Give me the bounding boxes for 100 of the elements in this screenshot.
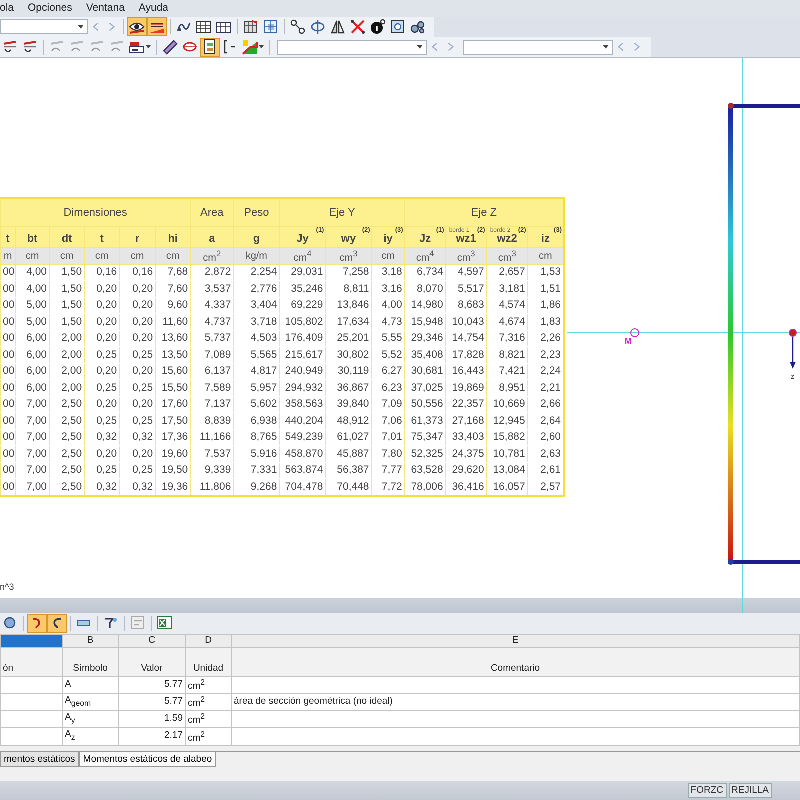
table-cell: 2,657: [486, 264, 528, 281]
table-cell: 00: [0, 264, 16, 281]
toolbar-button[interactable]: [288, 17, 308, 36]
symbol-label: iy: [382, 234, 394, 245]
toolbar-button[interactable]: [368, 17, 388, 36]
unit-cell: cm$^{3}$: [326, 248, 372, 264]
toolbar-button[interactable]: [27, 614, 47, 633]
table-cell: 3,718: [234, 314, 280, 330]
column-group-header: Peso: [234, 198, 280, 227]
dropdown-field[interactable]: [277, 40, 427, 55]
table-cell: 3,18: [372, 264, 405, 281]
toolbar-button[interactable]: [348, 17, 368, 36]
table-cell: 1,83: [528, 314, 564, 330]
table-cell: 6,00: [16, 346, 50, 364]
circle-icon: [2, 615, 18, 632]
table-cell: 15,882: [486, 429, 528, 446]
table-cell: 6,938: [234, 412, 280, 430]
table-cell: 13,50: [156, 346, 191, 364]
grid-cell: [0, 710, 62, 728]
table-cell: 29,346: [404, 330, 446, 347]
table-cell: 458,870: [280, 446, 326, 462]
caret-icon: [146, 45, 151, 50]
table-cell: 1,50: [50, 314, 85, 330]
column-letter-header[interactable]: C: [118, 634, 186, 648]
column-group-header: Area: [190, 198, 234, 227]
table-cell: 6,137: [190, 363, 234, 380]
column-header: ón: [0, 647, 62, 676]
table-cell: 9,339: [190, 462, 234, 479]
toolbar-button[interactable]: [147, 17, 167, 36]
unit-cell: cm: [84, 248, 120, 264]
grid-cell: 5.77: [118, 694, 186, 711]
dropdown-field[interactable]: [0, 19, 88, 34]
toolbar-button[interactable]: [47, 614, 67, 633]
table-cell: 6,00: [16, 330, 50, 347]
sheet-tab[interactable]: mentos estáticos: [0, 752, 80, 768]
table-cell: 48,912: [326, 412, 372, 430]
triangle-icon: [330, 18, 346, 35]
table-cell: 10,043: [446, 314, 487, 330]
unit-cell: cm: [528, 248, 564, 264]
table-cell: 52,325: [404, 446, 446, 462]
menu-item[interactable]: Ventana: [86, 2, 125, 14]
table-cell: 00: [0, 396, 16, 413]
column-letter-header[interactable]: E: [232, 634, 800, 648]
symbol-label: dt: [60, 234, 74, 245]
table-cell: 0,20: [120, 446, 156, 462]
table-cell: 1,86: [528, 297, 564, 314]
table-cell: 4,574: [486, 297, 528, 314]
sheet-tab[interactable]: Momentos estáticos de alabeo: [79, 752, 216, 768]
menu-item[interactable]: Opciones: [28, 2, 72, 14]
table-cell: 00: [0, 280, 16, 298]
column-letter-header[interactable]: B: [62, 634, 118, 648]
table-cell: 2,254: [234, 264, 280, 281]
table-cell: 2,50: [50, 396, 85, 413]
status-indicator[interactable]: FORZC: [688, 782, 726, 798]
status-indicator[interactable]: REJILLA: [728, 782, 772, 798]
table-cell: 0,25: [84, 346, 120, 364]
toolbar-button[interactable]: [200, 38, 220, 57]
table-cell: 17,60: [156, 396, 191, 413]
table-cell: 0,25: [120, 380, 156, 396]
dropdown-field[interactable]: [463, 40, 613, 55]
color-chart-icon: [242, 39, 258, 56]
table-cell: 7,331: [234, 462, 280, 479]
table-cell: 7,258: [326, 264, 372, 281]
table-cell: 0,20: [84, 363, 120, 380]
table-cell: 11,60: [156, 314, 191, 330]
table-cell: 0,20: [84, 314, 120, 330]
grid-cell: [0, 694, 62, 711]
table-cell: 11,166: [190, 429, 234, 446]
menu-item[interactable]: ola: [0, 2, 14, 14]
next-icon: [448, 43, 454, 52]
table-cell: 00: [0, 478, 16, 496]
table-cell: 2,66: [528, 396, 564, 413]
table-cell: 8,070: [404, 280, 446, 298]
ellipse-icon: [310, 18, 326, 35]
table-cell: 2,61: [528, 462, 564, 479]
table-cell: 8,821: [486, 346, 528, 364]
table-cell: 0,20: [120, 314, 156, 330]
table-cell: 0,25: [120, 462, 156, 479]
color-bar-icon: [129, 39, 145, 56]
table-cell: 3,16: [372, 280, 405, 298]
symbol-label: r: [134, 234, 141, 245]
table-cell: 0,20: [84, 396, 120, 413]
table-cell: 37,025: [404, 380, 446, 396]
column-letter-header[interactable]: D: [186, 634, 232, 648]
table-cell: 36,416: [446, 478, 487, 496]
table-cell: 15,50: [156, 380, 191, 396]
panel-icon: [202, 39, 218, 56]
table-cell: 7,68: [156, 264, 191, 281]
menu-item[interactable]: Ayuda: [138, 2, 169, 14]
table-cell: 45,887: [326, 446, 372, 462]
shear-center-label: M: [625, 337, 632, 346]
toolbar-button[interactable]: [127, 17, 147, 36]
table-cell: 00: [0, 346, 16, 364]
table-cell: 7,537: [190, 446, 234, 462]
table-cell: 3,181: [486, 280, 528, 298]
table-cell: 19,50: [156, 462, 191, 479]
table-cell: 0,20: [120, 396, 156, 413]
symbol-label: hi: [167, 234, 179, 245]
table-cell: 4,00: [372, 297, 405, 314]
table-cell: 19,36: [156, 478, 191, 496]
